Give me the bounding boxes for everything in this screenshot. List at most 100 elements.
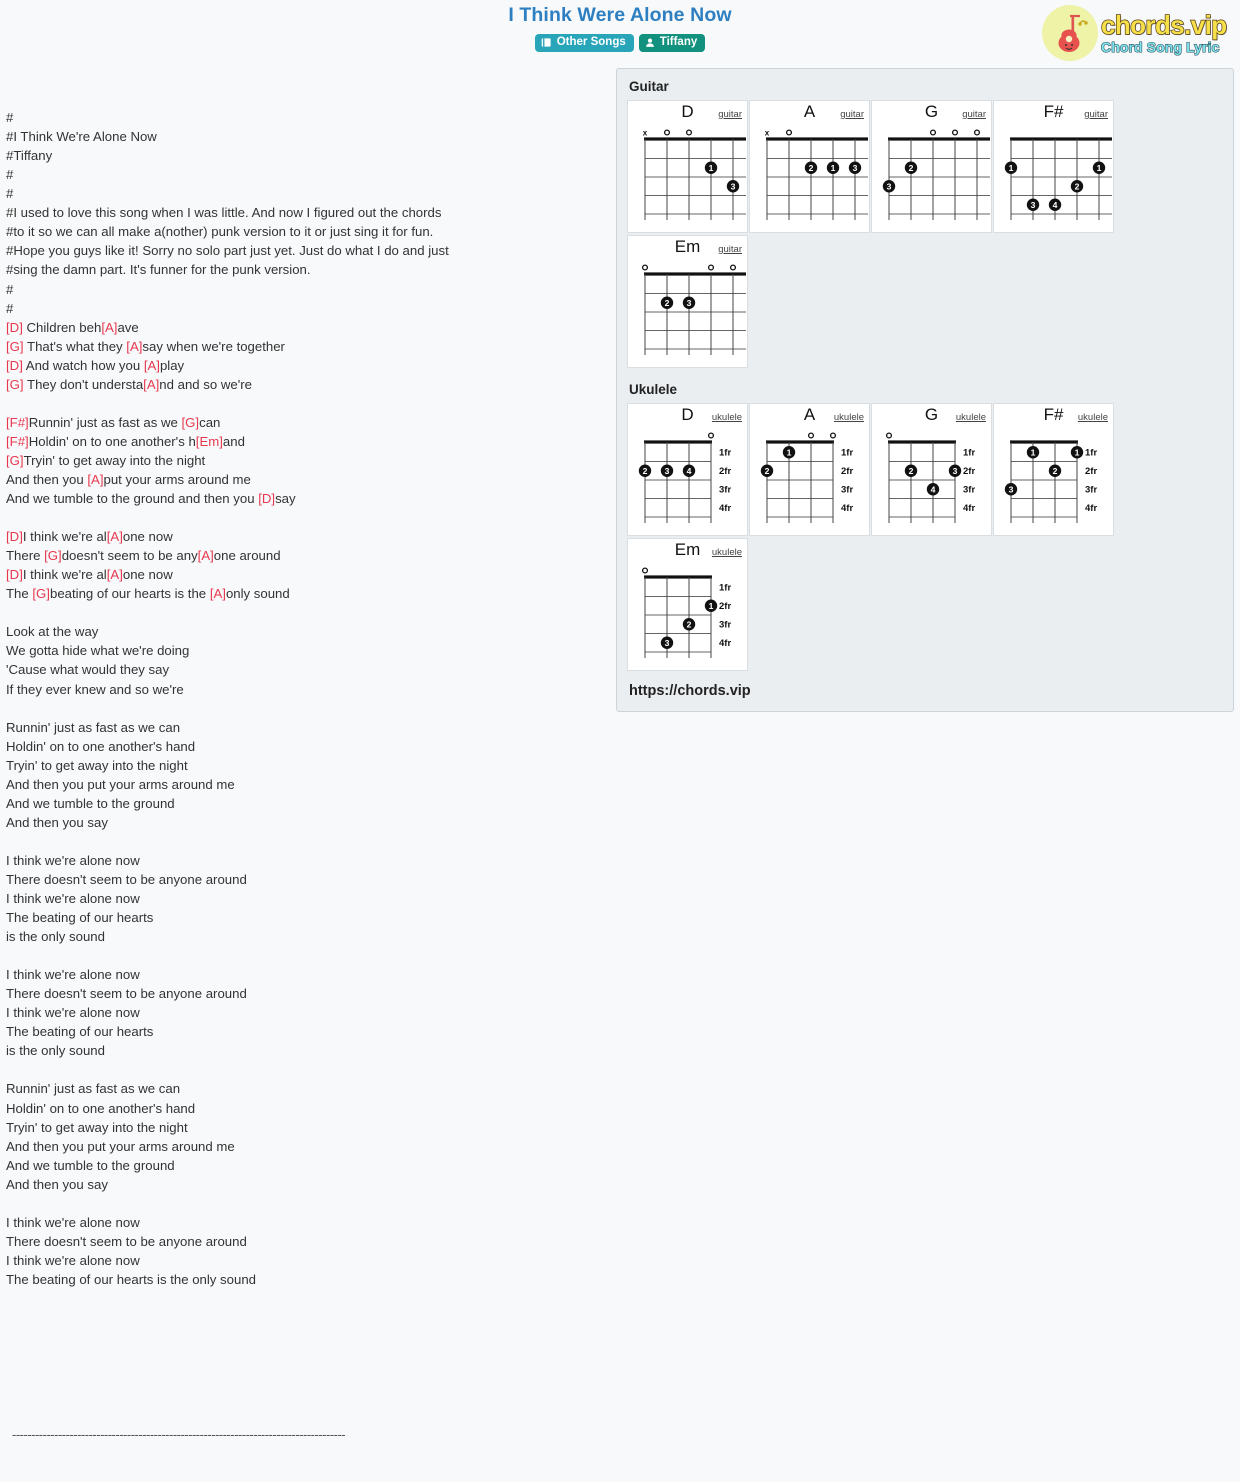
- chord-tag[interactable]: [D]: [6, 320, 23, 335]
- chord-diagram: 1 1 2 3 1fr 2fr 3fr 4fr: [997, 429, 1110, 529]
- chord-card-header: Em guitar: [631, 237, 744, 260]
- chord-tag[interactable]: [G]: [44, 548, 62, 563]
- badge-other-songs[interactable]: Other Songs: [534, 34, 634, 52]
- svg-text:x: x: [765, 129, 770, 138]
- chord-instrument-link[interactable]: ukulele: [956, 412, 986, 423]
- lyric-line: #sing the damn part. It's funner for the…: [6, 262, 311, 278]
- chord-tag[interactable]: [A]: [126, 339, 142, 354]
- chord-tag[interactable]: [D]: [6, 358, 23, 373]
- svg-text:1: 1: [709, 163, 714, 173]
- chord-tag[interactable]: [G]: [182, 415, 200, 430]
- svg-text:4fr: 4fr: [719, 503, 731, 514]
- chord-tag[interactable]: [G]: [6, 339, 24, 354]
- lyric-line: #I Think We're Alone Now: [6, 129, 157, 145]
- chord-instrument-link[interactable]: guitar: [840, 109, 864, 120]
- chord-card[interactable]: Em ukulele 1 2 3 1fr 2fr 3fr 4fr: [627, 538, 748, 671]
- chord-instrument-link[interactable]: ukulele: [1078, 412, 1108, 423]
- chord-instrument-link[interactable]: ukulele: [712, 412, 742, 423]
- lyric-line: [G] They don't understa[A]nd and so we'r…: [6, 376, 252, 392]
- badge-artist-label: Tiffany: [659, 36, 698, 48]
- chord-instrument-link[interactable]: ukulele: [834, 412, 864, 423]
- lyric-line: Runnin' just as fast as we can: [6, 1081, 181, 1097]
- svg-text:3: 3: [853, 163, 858, 173]
- lyric-line: #: [6, 186, 14, 202]
- lyric-line: is the only sound: [6, 929, 105, 945]
- svg-text:2: 2: [687, 620, 692, 630]
- chord-diagram: 2 3 4 1fr 2fr 3fr 4fr: [875, 429, 988, 529]
- chord-card[interactable]: F#guitar1112341fr2fr3fr4fr: [993, 100, 1114, 233]
- chord-tag[interactable]: [Em]: [196, 434, 223, 449]
- logo-text: chords.vip Chord Song Lyric: [1100, 10, 1227, 55]
- lyric-line: [6, 1194, 612, 1213]
- svg-text:2fr: 2fr: [841, 466, 853, 477]
- lyric-line: And then you put your arms around me: [6, 1138, 235, 1154]
- chord-card-header: Aukulele: [753, 405, 866, 428]
- svg-text:4: 4: [1053, 200, 1058, 210]
- chord-instrument-link[interactable]: guitar: [718, 109, 742, 120]
- lyric-line: And then you put your arms around me: [6, 776, 235, 792]
- chord-tag[interactable]: [A]: [101, 320, 117, 335]
- lyric-line: #: [6, 300, 14, 316]
- logo-subtitle: Chord Song Lyric: [1100, 39, 1220, 55]
- chord-card[interactable]: Gguitar2341fr2fr3fr4fr: [871, 100, 992, 233]
- chord-tag[interactable]: [G]: [6, 377, 24, 392]
- svg-text:3: 3: [1031, 200, 1036, 210]
- chord-tag[interactable]: [D]: [258, 491, 275, 506]
- chord-diagram: x2131fr2fr3fr4fr: [753, 126, 868, 226]
- site-logo[interactable]: chords.vip Chord Song Lyric: [1042, 4, 1234, 62]
- chord-instrument-link[interactable]: guitar: [962, 109, 986, 120]
- lyrics-column: # #I Think We're Alone Now #Tiffany # # #I us…: [0, 68, 612, 1482]
- lyric-line: We gotta hide what we're doing: [6, 643, 190, 659]
- chord-card[interactable]: F# ukulele 1 1 2 3 1fr 2fr 3fr 4fr: [993, 403, 1114, 536]
- chord-tag[interactable]: [F#]: [6, 434, 29, 449]
- chord-tag[interactable]: [F#]: [6, 415, 29, 430]
- chord-diagram: 231fr2fr3fr4fr: [631, 261, 746, 361]
- chord-tag[interactable]: [G]: [32, 586, 50, 601]
- logo-title: chords.vip: [1100, 10, 1227, 40]
- chord-card-header: F# ukulele: [997, 405, 1110, 428]
- page-header: I Think Were Alone Now Other Songs Tiffa…: [0, 0, 1240, 62]
- chord-card[interactable]: Emguitar231fr2fr3fr4fr: [627, 235, 748, 368]
- chord-tag[interactable]: [G]: [6, 453, 24, 468]
- lyric-line: [6, 1060, 612, 1079]
- chord-tag[interactable]: [A]: [107, 567, 123, 582]
- chord-tag[interactable]: [A]: [87, 472, 103, 487]
- lyric-line: #: [6, 110, 14, 126]
- svg-text:4: 4: [931, 485, 936, 495]
- svg-text:2: 2: [765, 466, 770, 476]
- badge-other-songs-label: Other Songs: [556, 36, 626, 48]
- site-url[interactable]: https://chords.vip: [629, 683, 1223, 699]
- chord-tag[interactable]: [A]: [198, 548, 214, 563]
- chord-instrument-link[interactable]: ukulele: [712, 547, 742, 558]
- lyric-line: I think we're alone now: [6, 1214, 140, 1230]
- lyric-line: I think we're alone now: [6, 1005, 140, 1021]
- chord-card[interactable]: Gukulele 2 3 4 1fr 2fr 3fr 4fr: [871, 403, 992, 536]
- lyric-line: Tryin' to get away into the night: [6, 757, 188, 773]
- chord-card[interactable]: Dguitarx1231fr2fr3fr4fr: [627, 100, 748, 233]
- panel-section-label-ukulele: Ukulele: [629, 382, 678, 397]
- chord-tag[interactable]: [A]: [107, 529, 123, 544]
- chord-card-header: Dguitar: [631, 102, 744, 125]
- chord-tag[interactable]: [A]: [144, 358, 160, 373]
- chord-tag[interactable]: [A]: [143, 377, 159, 392]
- badge-artist[interactable]: Tiffany: [638, 34, 706, 52]
- chord-instrument-link[interactable]: guitar: [1084, 109, 1108, 120]
- section-divider: ----------------------------------------…: [12, 1427, 346, 1443]
- chord-card[interactable]: Dukulele 2 3 4 1fr 2fr 3fr 4fr: [627, 403, 748, 536]
- book-icon: [541, 37, 552, 48]
- chord-tag[interactable]: [A]: [210, 586, 226, 601]
- chord-instrument-link[interactable]: guitar: [718, 244, 742, 255]
- svg-text:3: 3: [731, 182, 736, 192]
- lyric-line: #I used to love this song when I was lit…: [6, 205, 442, 221]
- lyric-line: [D]I think we're al[A]one now: [6, 529, 173, 545]
- svg-text:2fr: 2fr: [1085, 466, 1097, 477]
- lyric-line: And we tumble to the ground and then you…: [6, 491, 296, 507]
- chord-tag[interactable]: [D]: [6, 529, 23, 544]
- svg-text:1fr: 1fr: [1085, 448, 1097, 459]
- svg-text:2: 2: [909, 163, 914, 173]
- chord-card[interactable]: Aguitarx2131fr2fr3fr4fr: [749, 100, 870, 233]
- chord-tag[interactable]: [D]: [6, 567, 23, 582]
- chord-diagram: x1231fr2fr3fr4fr: [631, 126, 746, 226]
- svg-text:2: 2: [809, 163, 814, 173]
- chord-card[interactable]: Aukulele 1 2 1fr 2fr 3fr 4fr: [749, 403, 870, 536]
